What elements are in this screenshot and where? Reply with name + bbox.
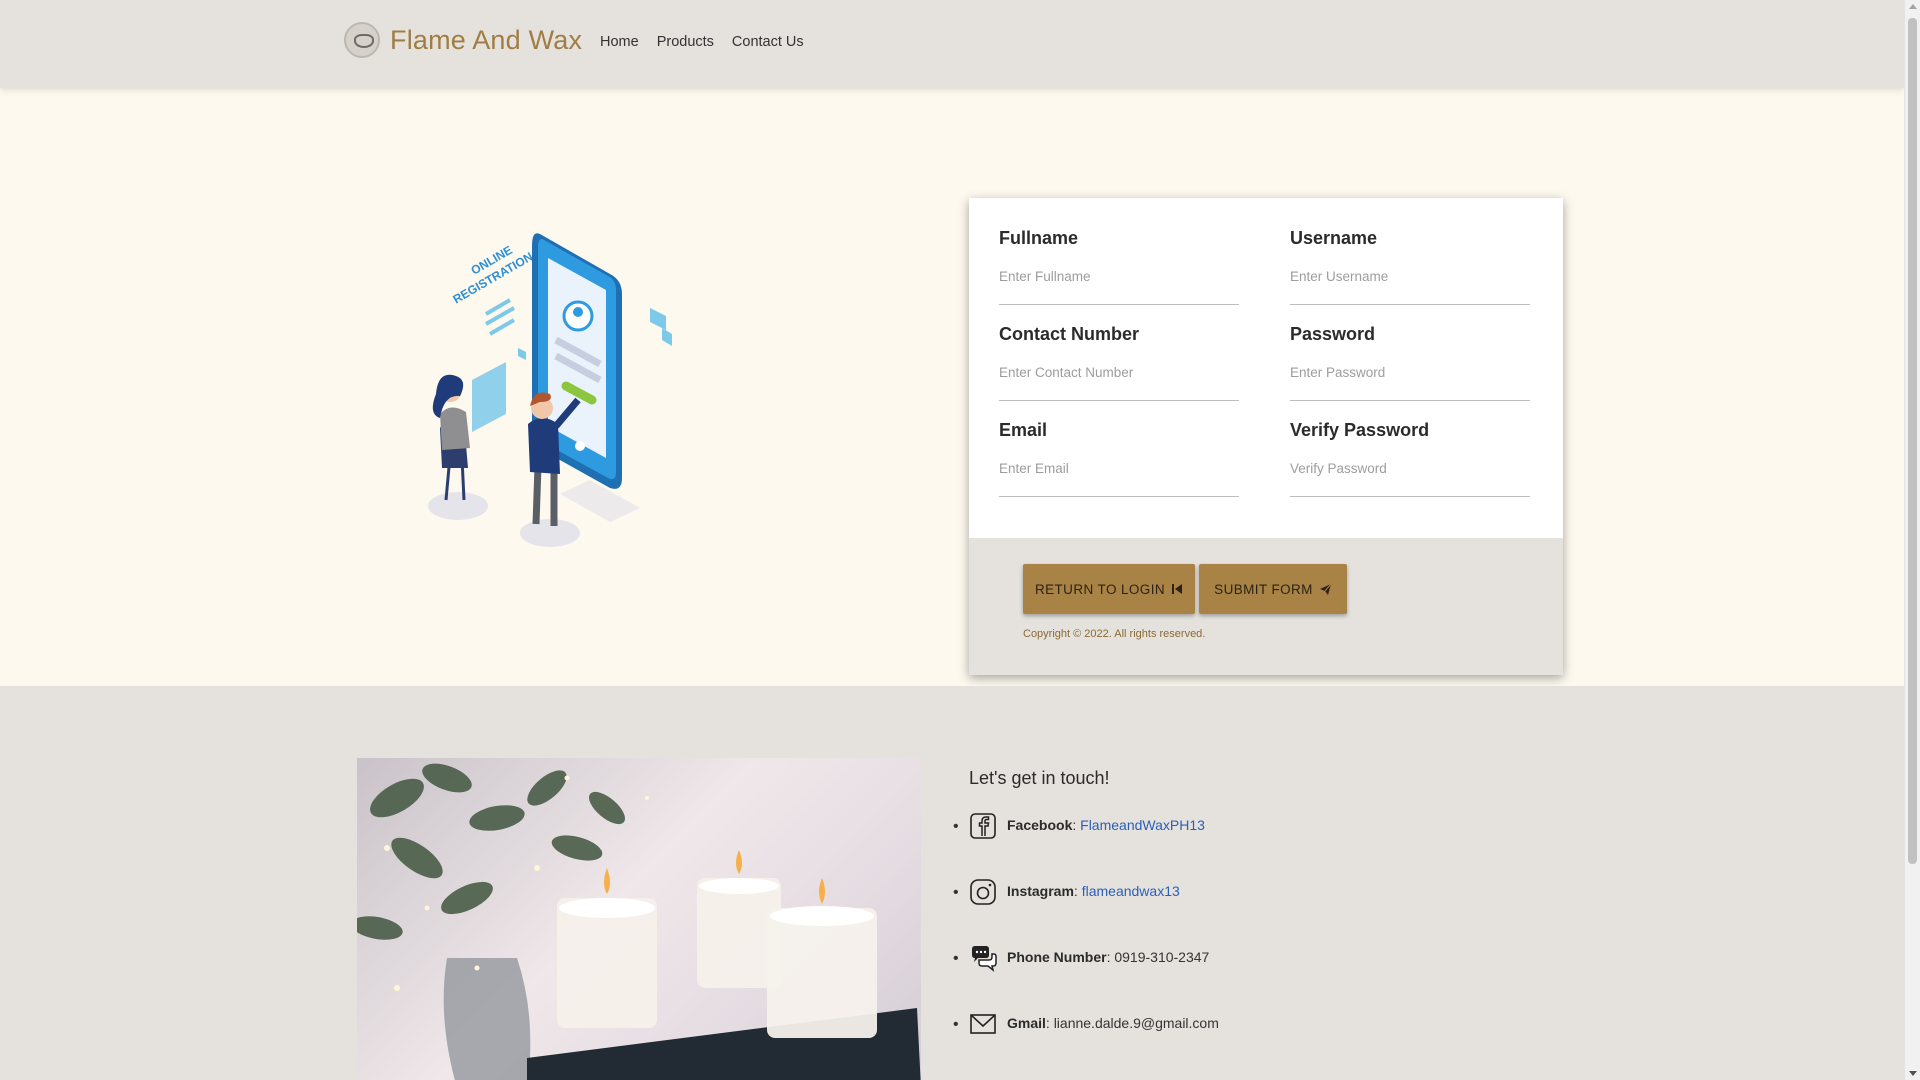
facebook-icon xyxy=(970,813,996,839)
brand-name[interactable]: Flame And Wax xyxy=(390,25,582,56)
contact-item-gmail: Gmail: lianne.dalde.9@gmail.com xyxy=(953,1010,1219,1076)
fullname-label: Fullname xyxy=(999,228,1079,248)
contact-item-phone: Phone Number: 0919-310-2347 xyxy=(953,944,1219,1010)
contact-number-field: Contact Number xyxy=(999,324,1239,401)
online-registration-illustration: ONLINE REGISTRATION xyxy=(428,233,672,547)
email-field: Email xyxy=(999,420,1239,497)
scroll-down-arrow-icon[interactable] xyxy=(1909,1071,1917,1076)
instagram-label: Instagram xyxy=(1007,883,1074,899)
fullname-input[interactable] xyxy=(999,269,1239,305)
contact-item-facebook: Facebook: FlameandWaxPH13 xyxy=(953,812,1219,878)
phone-label: Phone Number xyxy=(1007,949,1107,965)
verify-password-label: Verify Password xyxy=(1290,420,1430,440)
return-to-login-button[interactable]: RETURN TO LOGIN xyxy=(1023,564,1195,614)
username-field: Username xyxy=(1290,228,1530,305)
instagram-separator: : xyxy=(1073,883,1082,899)
instagram-link[interactable]: flameandwax13 xyxy=(1082,883,1180,899)
gmail-value: lianne.dalde.9@gmail.com xyxy=(1053,1015,1219,1031)
navbar: Flame And Wax Home Products Contact Us xyxy=(0,0,1904,88)
skip-back-icon xyxy=(1172,584,1183,594)
facebook-separator: : xyxy=(1072,817,1081,833)
password-input[interactable] xyxy=(1290,365,1530,401)
submit-form-label: SUBMIT FORM xyxy=(1214,581,1313,597)
copyright-text: Copyright © 2022. All rights reserved. xyxy=(1023,628,1206,640)
username-input[interactable] xyxy=(1290,269,1530,305)
fullname-field: Fullname xyxy=(999,228,1239,305)
contact-number-label: Contact Number xyxy=(999,324,1140,344)
brand[interactable]: Flame And Wax xyxy=(344,22,582,58)
facebook-link[interactable]: FlameandWaxPH13 xyxy=(1080,817,1205,833)
contact-section: Let's get in touch! Facebook: FlameandWa… xyxy=(0,686,1904,1080)
password-field: Password xyxy=(1290,324,1530,401)
email-input[interactable] xyxy=(999,461,1239,497)
chat-bubbles-icon xyxy=(972,946,997,972)
contact-number-input[interactable] xyxy=(999,365,1239,401)
scroll-up-arrow-icon[interactable] xyxy=(1909,4,1917,9)
phone-value: 0919-310-2347 xyxy=(1114,949,1210,965)
email-label: Email xyxy=(999,420,1048,440)
verify-password-input[interactable] xyxy=(1290,461,1530,497)
hero-section: ONLINE REGISTRATION Fullname Enter Fulln… xyxy=(0,88,1904,686)
page-scrollbar[interactable] xyxy=(1904,0,1920,1080)
scroll-thumb[interactable] xyxy=(1908,18,1917,864)
nav-links: Home Products Contact Us xyxy=(600,34,804,50)
password-label: Password xyxy=(1290,324,1376,344)
mail-icon xyxy=(970,1014,996,1034)
nav-link-products[interactable]: Products xyxy=(657,34,714,50)
instagram-icon xyxy=(970,879,996,905)
verify-password-field: Verify Password xyxy=(1290,420,1530,497)
brand-logo-icon xyxy=(344,22,380,58)
return-to-login-label: RETURN TO LOGIN xyxy=(1034,581,1166,597)
gmail-separator: : xyxy=(1045,1015,1054,1031)
contact-item-instagram: Instagram: flameandwax13 xyxy=(953,878,1219,944)
submit-form-button[interactable]: SUBMIT FORM xyxy=(1199,564,1347,614)
nav-link-contact-us[interactable]: Contact Us xyxy=(732,34,804,50)
contact-title: Let's get in touch! xyxy=(969,768,1110,788)
registration-form-card: Fullname Username Contact Number Passwor… xyxy=(969,198,1563,675)
facebook-label: Facebook xyxy=(1007,817,1073,833)
nav-link-home[interactable]: Home xyxy=(600,34,639,50)
username-label: Username xyxy=(1290,228,1378,248)
candles-photo xyxy=(357,758,921,1080)
contact-list: Facebook: FlameandWaxPH13 Instagram: fla… xyxy=(953,812,1219,1076)
gmail-label: Gmail xyxy=(1007,1015,1046,1031)
form-footer: RETURN TO LOGIN SUBMIT FORM Copyright © … xyxy=(969,538,1563,675)
candles-image xyxy=(357,763,921,1080)
send-icon xyxy=(1319,583,1332,595)
